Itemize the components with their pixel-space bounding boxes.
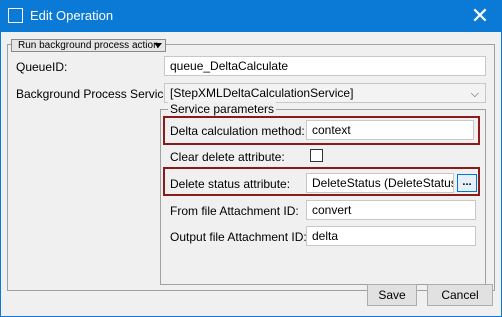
clear-delete-checkbox[interactable] bbox=[310, 149, 323, 162]
delete-status-label: Delete status attribute: bbox=[170, 177, 291, 191]
edit-operation-window: Edit Operation ✕ Run background process … bbox=[0, 0, 502, 317]
dropdown-arrow-icon bbox=[154, 43, 162, 48]
clear-delete-label: Clear delete attribute: bbox=[170, 150, 285, 164]
action-dropdown-label: Run background process action bbox=[18, 40, 159, 51]
action-dropdown[interactable]: Run background process action bbox=[11, 39, 166, 52]
service-parameters-legend: Service parameters bbox=[168, 102, 277, 116]
window-icon bbox=[8, 8, 23, 23]
chevron-down-icon: ⌵ bbox=[470, 88, 479, 100]
output-file-label: Output file Attachment ID: bbox=[170, 230, 307, 244]
queue-id-input[interactable]: queue_DeltaCalculate bbox=[164, 56, 486, 76]
background-service-select[interactable]: [StepXMLDeltaCalculationService] ⌵ bbox=[164, 83, 486, 103]
queue-id-label: QueueID: bbox=[16, 60, 68, 74]
close-button[interactable]: ✕ bbox=[462, 2, 498, 30]
window-title: Edit Operation bbox=[30, 8, 114, 23]
background-service-label: Background Process Service: bbox=[16, 87, 174, 101]
delta-method-input[interactable]: context bbox=[306, 120, 474, 140]
from-file-input[interactable]: convert bbox=[306, 200, 476, 220]
background-service-value: [StepXMLDeltaCalculationService] bbox=[170, 86, 354, 100]
output-file-input[interactable]: delta bbox=[306, 226, 476, 246]
delta-method-label: Delta calculation method: bbox=[170, 124, 305, 138]
title-bar: Edit Operation ✕ bbox=[0, 0, 502, 32]
save-button[interactable]: Save bbox=[367, 284, 417, 306]
from-file-label: From file Attachment ID: bbox=[170, 204, 299, 218]
dialog-body: Run background process action QueueID: q… bbox=[1, 32, 501, 316]
browse-button[interactable]: ... bbox=[457, 174, 477, 192]
cancel-button[interactable]: Cancel bbox=[427, 284, 493, 306]
delete-status-input[interactable]: DeleteStatus (DeleteStatus) bbox=[306, 173, 454, 193]
